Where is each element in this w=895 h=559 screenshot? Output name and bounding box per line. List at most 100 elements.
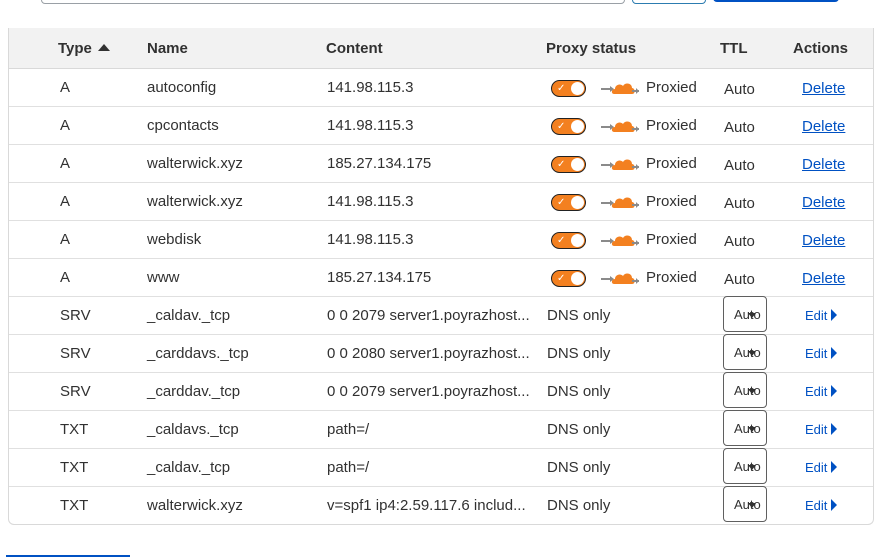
proxy-toggle[interactable]: ✓ (551, 156, 586, 173)
proxy-status-label: DNS only (547, 307, 611, 324)
chevron-down-icon (748, 313, 756, 318)
record-content: 0 0 2080 server1.poyrazhost... (327, 345, 530, 362)
record-content: 141.98.115.3 (327, 117, 414, 134)
proxy-toggle[interactable]: ✓ (551, 194, 586, 211)
sort-ascending-icon[interactable] (97, 44, 110, 51)
record-type: SRV (60, 345, 91, 362)
record-type: SRV (60, 383, 91, 400)
column-header-content: Content (326, 40, 383, 57)
edit-button[interactable]: Edit (805, 308, 838, 323)
proxy-status-label: Proxied (646, 231, 697, 248)
edit-label: Edit (805, 384, 828, 399)
top-controls (0, 0, 895, 10)
ttl-value: Auto (724, 119, 755, 136)
record-name: cpcontacts (147, 117, 219, 134)
record-type: A (60, 155, 71, 172)
ttl-select[interactable]: Auto (723, 296, 767, 332)
delete-link[interactable]: Delete (802, 232, 845, 249)
proxy-toggle[interactable]: ✓ (551, 118, 586, 135)
edit-button[interactable]: Edit (805, 346, 838, 361)
proxy-toggle[interactable]: ✓ (551, 80, 586, 97)
ttl-value: Auto (724, 81, 755, 98)
record-type: TXT (60, 459, 89, 476)
record-type: A (60, 193, 71, 210)
proxy-status-label: Proxied (646, 269, 697, 286)
record-name: walterwick.xyz (147, 497, 243, 514)
record-type: SRV (60, 307, 91, 324)
secondary-button[interactable] (632, 0, 706, 4)
chevron-down-icon (748, 389, 756, 394)
delete-link[interactable]: Delete (802, 156, 845, 173)
delete-link[interactable]: Delete (802, 118, 845, 135)
toggle-knob (571, 234, 584, 247)
proxy-toggle[interactable]: ✓ (551, 270, 586, 287)
proxied-cloud-icon (601, 80, 639, 96)
ttl-value: Auto (724, 271, 755, 288)
table-row: Awww 185.27.134.175 ✓ Proxied Auto Delete (9, 258, 873, 297)
record-name: _caldav._tcp (147, 307, 231, 324)
edit-label: Edit (805, 422, 828, 437)
record-content: v=spf1 ip4:2.59.117.6 includ... (327, 497, 526, 514)
record-name: autoconfig (147, 79, 217, 96)
table-row: Aautoconfig 141.98.115.3 ✓ Proxied Auto Delet… (9, 68, 873, 107)
caret-right-icon (831, 385, 838, 397)
edit-button[interactable]: Edit (805, 498, 838, 513)
proxy-toggle[interactable]: ✓ (551, 232, 586, 249)
caret-right-icon (831, 461, 838, 473)
record-content: path=/ (327, 421, 370, 438)
proxy-status-label: Proxied (646, 193, 697, 210)
proxy-status-label: Proxied (646, 79, 697, 96)
record-type: A (60, 117, 71, 134)
record-type: A (60, 269, 71, 286)
record-content: 141.98.115.3 (327, 231, 414, 248)
record-type: TXT (60, 497, 89, 514)
ttl-select[interactable]: Auto (723, 448, 767, 484)
column-header-ttl: TTL (720, 40, 748, 57)
record-name: webdisk (147, 231, 202, 248)
proxy-status-label: DNS only (547, 345, 611, 362)
column-header-type-label: Type (58, 40, 92, 57)
check-icon: ✓ (557, 121, 566, 132)
ttl-select[interactable]: Auto (723, 410, 767, 446)
record-name: _caldav._tcp (147, 459, 231, 476)
proxy-status-label: Proxied (646, 155, 697, 172)
caret-right-icon (831, 423, 838, 435)
dns-records-table: Type Name Content Proxy status TTL Actio… (8, 28, 874, 525)
column-header-type[interactable]: Type (58, 40, 110, 57)
caret-right-icon (831, 499, 838, 511)
delete-link[interactable]: Delete (802, 270, 845, 287)
delete-link[interactable]: Delete (802, 80, 845, 97)
ttl-select[interactable]: Auto (723, 334, 767, 370)
chevron-down-icon (748, 351, 756, 356)
toggle-knob (571, 272, 584, 285)
edit-label: Edit (805, 498, 828, 513)
edit-label: Edit (805, 460, 828, 475)
delete-link[interactable]: Delete (802, 194, 845, 211)
bottom-tab-indicator (6, 555, 130, 557)
edit-button[interactable]: Edit (805, 384, 838, 399)
table-row: TXT _caldav._tcp path=/ DNS only Auto Edit (9, 448, 873, 487)
proxied-cloud-icon (601, 118, 639, 134)
table-row: Acpcontacts 141.98.115.3 ✓ Proxied Auto Delet… (9, 106, 873, 145)
table-row: Awalterwick.xyz 141.98.115.3 ✓ Proxied Auto D… (9, 182, 873, 221)
ttl-select[interactable]: Auto (723, 372, 767, 408)
search-input[interactable] (41, 0, 625, 4)
check-icon: ✓ (557, 235, 566, 246)
proxy-status-label: DNS only (547, 383, 611, 400)
toggle-knob (571, 82, 584, 95)
check-icon: ✓ (557, 83, 566, 94)
ttl-value: Auto (724, 157, 755, 174)
caret-right-icon (831, 347, 838, 359)
proxied-cloud-icon (601, 156, 639, 172)
table-row: TXT walterwick.xyz v=spf1 ip4:2.59.117.6 i… (9, 486, 873, 524)
proxied-cloud-icon (601, 194, 639, 210)
edit-button[interactable]: Edit (805, 422, 838, 437)
ttl-select[interactable]: Auto (723, 486, 767, 522)
primary-button[interactable] (713, 0, 839, 2)
toggle-knob (571, 120, 584, 133)
column-header-name: Name (147, 40, 188, 57)
proxy-status-label: DNS only (547, 459, 611, 476)
edit-button[interactable]: Edit (805, 460, 838, 475)
record-type: A (60, 231, 71, 248)
chevron-down-icon (748, 503, 756, 508)
